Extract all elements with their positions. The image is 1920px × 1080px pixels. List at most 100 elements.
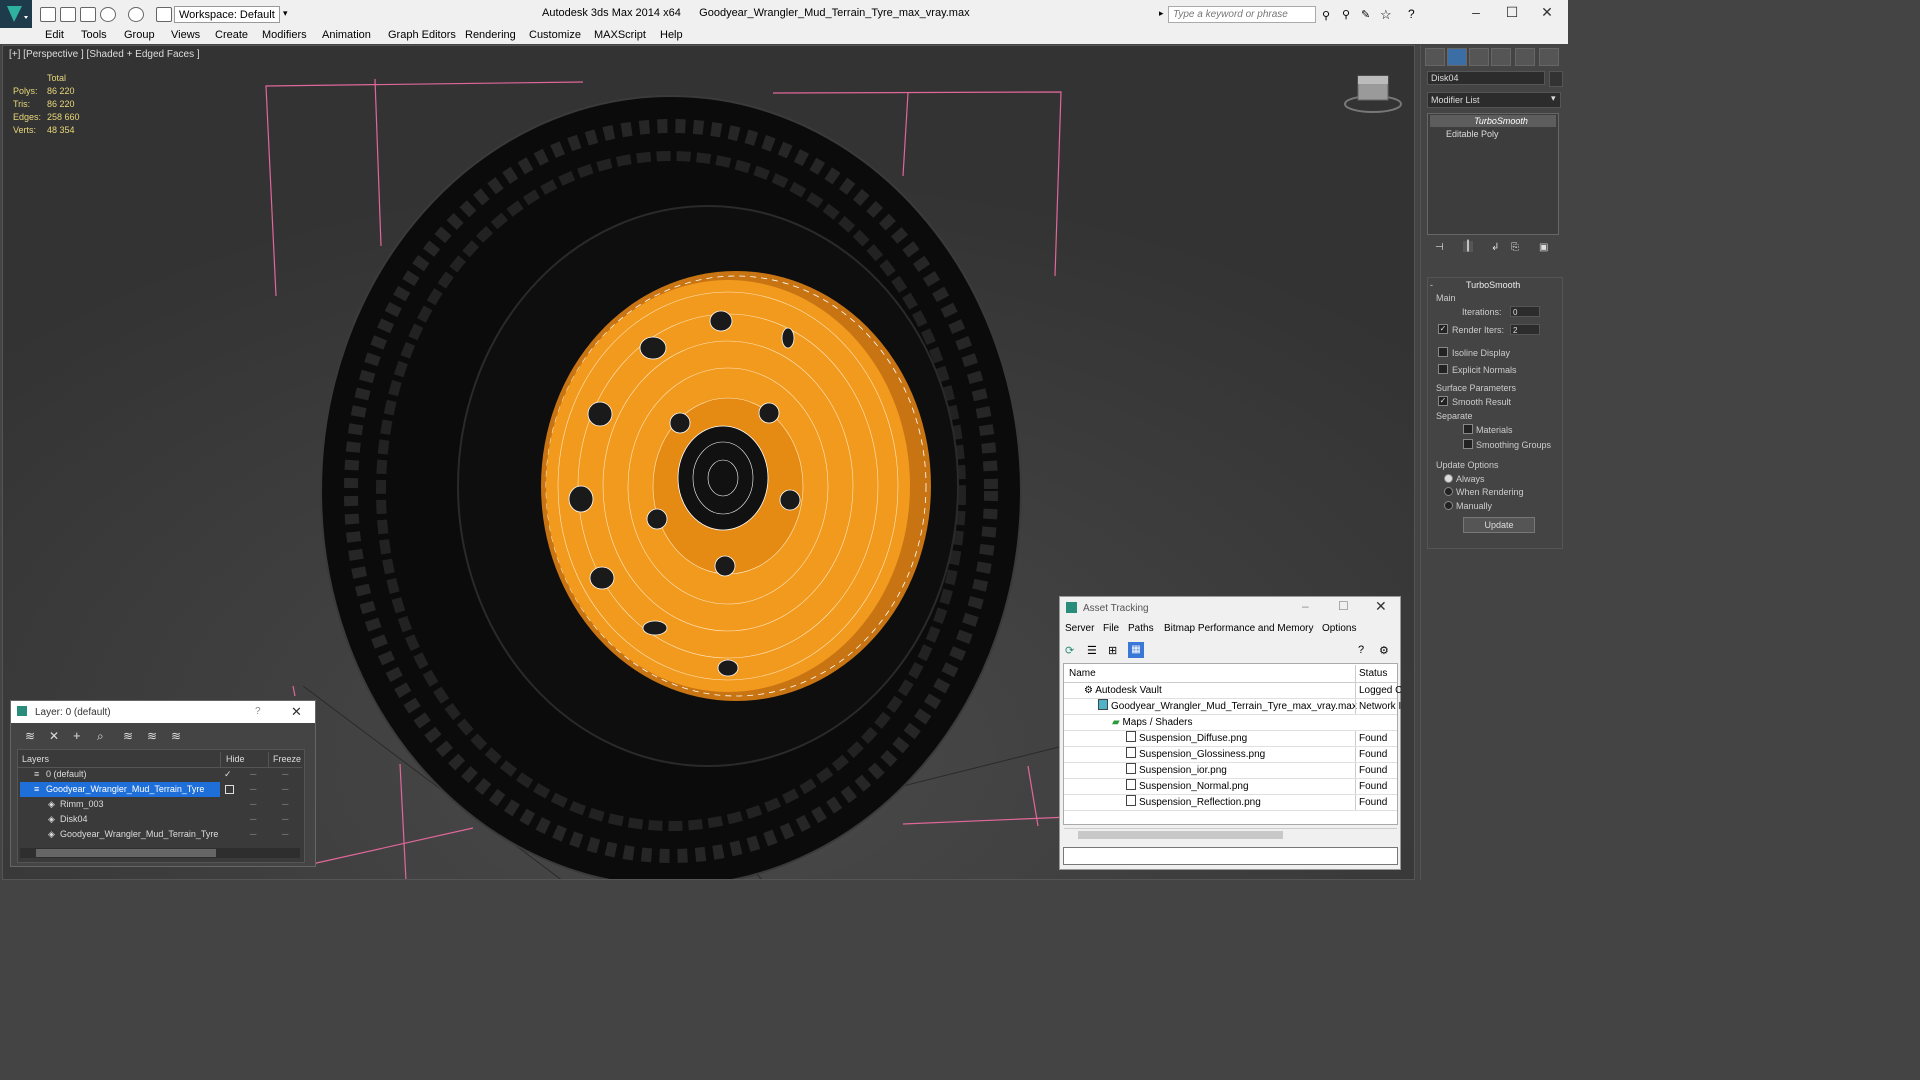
asset-row[interactable]: Suspension_Reflection.png Found xyxy=(1064,795,1397,811)
menu-maxscript[interactable]: MAXScript xyxy=(594,29,646,41)
asset-row[interactable]: Suspension_Normal.png Found xyxy=(1064,779,1397,795)
always-radio[interactable] xyxy=(1444,474,1453,483)
highlight-layer-icon[interactable]: ≋ xyxy=(123,729,133,743)
undo-icon[interactable] xyxy=(100,7,116,22)
hide-all-icon[interactable]: ≋ xyxy=(147,729,157,743)
menu-server[interactable]: Server xyxy=(1065,623,1094,634)
stack-item-turbosmooth[interactable]: TurboSmooth xyxy=(1430,115,1556,127)
object-name-field[interactable]: Disk04 xyxy=(1427,71,1545,85)
menu-modifiers[interactable]: Modifiers xyxy=(262,29,307,41)
project-folder-icon[interactable] xyxy=(156,7,172,22)
menu-rendering[interactable]: Rendering xyxy=(465,29,516,41)
help-icon[interactable]: ? xyxy=(1408,7,1415,21)
freeze-toggle[interactable]: ─ xyxy=(282,767,288,782)
hide-toggle[interactable]: ─ xyxy=(250,797,256,812)
isoline-display-checkbox[interactable] xyxy=(1438,347,1448,357)
add-to-layer-icon[interactable]: + xyxy=(73,728,81,743)
make-unique-icon[interactable]: ↲ xyxy=(1491,242,1499,253)
pin-stack-icon[interactable]: ⊣ xyxy=(1435,242,1444,253)
show-end-result-icon[interactable]: ┃ xyxy=(1463,241,1474,252)
asset-row[interactable]: ▰ Maps / Shaders xyxy=(1064,715,1397,731)
col-status[interactable]: Status xyxy=(1355,665,1401,682)
delete-layer-icon[interactable]: ✕ xyxy=(49,729,59,743)
select-objects-icon[interactable]: ⌕ xyxy=(97,729,104,744)
maximize-button[interactable]: ☐ xyxy=(1502,4,1522,22)
help-icon[interactable]: ? xyxy=(255,706,261,717)
table-view-icon[interactable]: ▦ xyxy=(1128,642,1144,658)
col-name[interactable]: Name xyxy=(1069,665,1096,682)
horizontal-scrollbar[interactable] xyxy=(20,848,300,858)
menu-create[interactable]: Create xyxy=(215,29,248,41)
search-icon[interactable]: ⚲ xyxy=(1342,8,1350,21)
col-hide[interactable]: Hide xyxy=(220,752,245,767)
menu-animation[interactable]: Animation xyxy=(322,29,371,41)
col-freeze[interactable]: Freeze xyxy=(268,752,301,767)
close-button[interactable]: ✕ xyxy=(1537,4,1557,22)
close-icon[interactable]: ✕ xyxy=(291,704,302,720)
asset-row[interactable]: Suspension_ior.png Found xyxy=(1064,763,1397,779)
chevron-down-icon[interactable]: ▾ xyxy=(283,8,288,19)
hide-toggle[interactable]: ─ xyxy=(250,767,256,782)
freeze-all-icon[interactable]: ≋ xyxy=(171,729,181,743)
asset-row[interactable]: Suspension_Glossiness.png Found xyxy=(1064,747,1397,763)
menu-customize[interactable]: Customize xyxy=(529,29,581,41)
horizontal-scrollbar[interactable] xyxy=(1064,828,1397,841)
menu-tools[interactable]: Tools xyxy=(81,29,107,41)
layer-row[interactable]: ◈ Rimm_003 ─ ─ xyxy=(18,797,302,812)
collapse-icon[interactable]: - xyxy=(1430,280,1433,290)
search-input[interactable]: Type a keyword or phrase xyxy=(1168,6,1316,23)
path-field[interactable] xyxy=(1063,847,1398,865)
communication-icon[interactable]: ✎ xyxy=(1361,8,1370,21)
freeze-toggle[interactable]: ─ xyxy=(282,782,288,797)
menu-file[interactable]: File xyxy=(1103,623,1119,634)
modify-tab-icon[interactable] xyxy=(1447,48,1467,66)
hide-toggle[interactable]: ─ xyxy=(250,782,256,797)
refresh-icon[interactable]: ⟳ xyxy=(1065,644,1074,657)
menu-group[interactable]: Group xyxy=(124,29,155,41)
workspace-dropdown[interactable]: Workspace: Default xyxy=(174,6,280,23)
layer-row-selected[interactable]: ≡ Goodyear_Wrangler_Mud_Terrain_Tyre ─ ─ xyxy=(18,782,302,797)
configure-sets-icon[interactable]: ▣ xyxy=(1539,242,1548,253)
minimize-button[interactable]: – xyxy=(1466,4,1486,22)
remove-modifier-icon[interactable]: ⎘ xyxy=(1511,242,1519,253)
explicit-normals-checkbox[interactable] xyxy=(1438,364,1448,374)
menu-bitmap-performance[interactable]: Bitmap Performance and Memory xyxy=(1164,623,1314,634)
layer-row[interactable]: ≡ 0 (default) ✓ ─ ─ xyxy=(18,767,302,782)
modifier-list-dropdown[interactable]: Modifier List xyxy=(1427,92,1561,108)
display-tab-icon[interactable] xyxy=(1515,48,1535,66)
update-button[interactable]: Update xyxy=(1463,517,1535,533)
menu-paths[interactable]: Paths xyxy=(1128,623,1154,634)
layer-panel-titlebar[interactable]: Layer: 0 (default) ? ✕ xyxy=(11,701,315,723)
save-icon[interactable] xyxy=(80,7,96,22)
expand-arrow-icon[interactable]: ▸ xyxy=(1159,8,1164,19)
menu-graph-editors[interactable]: Graph Editors xyxy=(388,29,456,41)
asset-row[interactable]: Goodyear_Wrangler_Mud_Terrain_Tyre_max_v… xyxy=(1064,699,1401,715)
hide-toggle[interactable]: ─ xyxy=(250,827,256,842)
render-iters-checkbox[interactable]: ✓ xyxy=(1438,324,1448,334)
menu-help[interactable]: Help xyxy=(660,29,683,41)
scrollbar-thumb[interactable] xyxy=(1078,831,1283,839)
smoothing-groups-checkbox[interactable] xyxy=(1463,439,1473,449)
iterations-spinner[interactable]: 0 xyxy=(1510,306,1540,317)
redo-icon[interactable] xyxy=(128,7,144,22)
app-logo-icon[interactable] xyxy=(0,0,32,28)
active-check-icon[interactable]: ✓ xyxy=(224,767,232,782)
when-rendering-radio[interactable] xyxy=(1444,487,1453,496)
list-view-icon[interactable]: ☰ xyxy=(1087,644,1097,657)
minimize-button[interactable]: – xyxy=(1302,599,1309,613)
materials-checkbox[interactable] xyxy=(1463,424,1473,434)
viewport-label[interactable]: [+] [Perspective ] [Shaded + Edged Faces… xyxy=(9,49,200,60)
render-iters-spinner[interactable]: 2 xyxy=(1510,324,1540,335)
rollout-title[interactable]: TurboSmooth xyxy=(1466,280,1520,290)
scrollbar-thumb[interactable] xyxy=(36,849,216,857)
menu-options[interactable]: Options xyxy=(1322,623,1356,634)
freeze-toggle[interactable]: ─ xyxy=(282,812,288,827)
freeze-toggle[interactable]: ─ xyxy=(282,827,288,842)
motion-tab-icon[interactable] xyxy=(1491,48,1511,66)
col-layers[interactable]: Layers xyxy=(22,752,49,767)
stack-item-editable-poly[interactable]: Editable Poly xyxy=(1430,128,1556,140)
chevron-down-icon[interactable]: ▾ xyxy=(1551,93,1556,104)
smooth-result-checkbox[interactable]: ✓ xyxy=(1438,396,1448,406)
favorites-star-icon[interactable]: ☆ xyxy=(1380,7,1392,23)
open-file-icon[interactable] xyxy=(60,7,76,22)
